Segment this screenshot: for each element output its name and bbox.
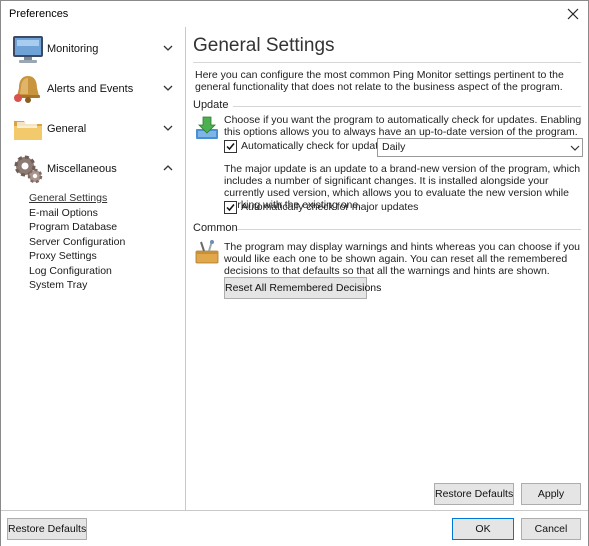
sidebar-item-proxy-settings[interactable]: Proxy Settings: [29, 249, 125, 264]
update-group-label: Update: [193, 99, 229, 111]
cancel-button[interactable]: Cancel: [521, 518, 581, 540]
folder-icon: [11, 112, 45, 146]
sidebar-section-label: General: [47, 123, 87, 135]
intro-text: Here you can configure the most common P…: [195, 69, 564, 93]
major-update-row: Automatically check for major updates: [224, 201, 418, 215]
chevron-down-icon[interactable]: [568, 139, 582, 156]
reset-decisions-button[interactable]: Reset All Remembered Decisions: [224, 277, 381, 299]
monitor-icon: [11, 32, 45, 66]
chevron-down-icon[interactable]: [161, 121, 175, 135]
sidebar-item-system-tray[interactable]: System Tray: [29, 278, 125, 293]
major-update-label[interactable]: Automatically check for major updates: [241, 201, 418, 213]
restore-defaults-button[interactable]: Restore Defaults: [7, 518, 87, 540]
sidebar-section-label: Miscellaneous: [47, 163, 117, 175]
toolbox-icon: [194, 239, 220, 265]
restore-defaults-page-button[interactable]: Restore Defaults: [434, 483, 514, 505]
preferences-window: Preferences Monitoring Alerts and Events…: [0, 0, 589, 546]
sidebar-item-general-settings[interactable]: General Settings: [29, 191, 125, 206]
chevron-down-icon[interactable]: [161, 81, 175, 95]
chevron-down-icon[interactable]: [161, 41, 175, 55]
update-description: Choose if you want the program to automa…: [224, 114, 582, 138]
sidebar-section-general[interactable]: General: [1, 109, 185, 149]
common-description: The program may display warnings and hin…: [224, 241, 581, 277]
sidebar-section-alerts[interactable]: Alerts and Events: [1, 69, 185, 109]
auto-update-row: Automatically check for updates:: [224, 140, 392, 154]
dialog-footer: Restore Defaults OK Cancel: [1, 510, 588, 546]
sidebar-item-email-options[interactable]: E-mail Options: [29, 206, 125, 221]
auto-update-label[interactable]: Automatically check for updates:: [241, 140, 392, 152]
common-group-label: Common: [193, 222, 238, 234]
auto-update-checkbox[interactable]: [224, 140, 237, 153]
ok-button[interactable]: OK: [452, 518, 514, 540]
update-frequency-value: Daily: [382, 141, 406, 153]
sidebar-section-label: Monitoring: [47, 43, 99, 55]
window-title: Preferences: [9, 8, 69, 20]
sidebar-item-server-configuration[interactable]: Server Configuration: [29, 235, 125, 250]
sidebar-section-miscellaneous[interactable]: Miscellaneous: [1, 149, 185, 189]
sidebar-section-label: Alerts and Events: [47, 83, 134, 95]
sidebar-item-program-database[interactable]: Program Database: [29, 220, 125, 235]
bell-icon: [11, 72, 45, 106]
sidebar-section-monitoring[interactable]: Monitoring: [1, 29, 185, 69]
sidebar: Monitoring Alerts and Events General Mis…: [1, 27, 186, 510]
update-group-divider: [233, 106, 581, 107]
update-frequency-select[interactable]: Daily: [377, 138, 583, 157]
apply-button[interactable]: Apply: [521, 483, 581, 505]
download-icon: [194, 115, 220, 141]
gear-icon: [11, 152, 45, 186]
page-title: General Settings: [193, 35, 335, 56]
title-bar: Preferences: [1, 1, 588, 27]
common-group-divider: [237, 229, 581, 230]
chevron-up-icon[interactable]: [161, 161, 175, 175]
sidebar-subitems: General Settings E-mail Options Program …: [29, 191, 125, 293]
title-divider: [193, 62, 581, 63]
major-update-checkbox[interactable]: [224, 201, 237, 214]
close-icon[interactable]: [564, 5, 582, 23]
main-panel: General Settings Here you can configure …: [187, 27, 588, 510]
sidebar-item-log-configuration[interactable]: Log Configuration: [29, 264, 125, 279]
